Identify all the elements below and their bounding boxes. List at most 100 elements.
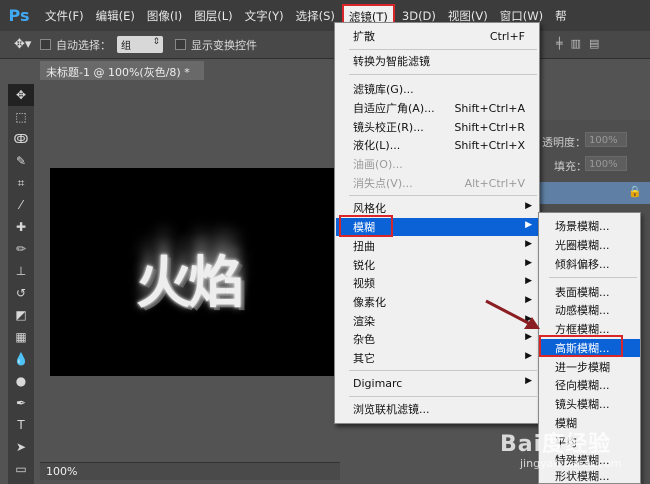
toolbox: ✥ ⬚ ↂ ✎ ⌗ ⁄ ✚ ✏ ⊥ ↺ ◩ ▦ 💧 ● ✒ T ➤ ▭ (8, 84, 34, 484)
menu-item-browse-filters-online[interactable]: 浏览联机滤镜... (336, 400, 539, 418)
submenu-item-tilt-shift[interactable]: 倾斜偏移... (540, 255, 640, 273)
menu-item-adaptive-wide-angle[interactable]: 自适应广角(A)... Shift+Ctrl+A (336, 99, 539, 117)
align-icons: ╪ ▥ ▤ (556, 37, 599, 50)
menu-item-filter-gallery[interactable]: 滤镜库(G)... (336, 80, 539, 98)
menu-item-blur[interactable]: 模糊 ▶ (336, 218, 539, 236)
eyedropper-tool-icon[interactable]: ⁄ (8, 194, 34, 216)
auto-select-label: 自动选择： (56, 38, 111, 52)
menu-item-label: 自适应广角(A)... (353, 102, 435, 115)
menu-type[interactable]: 文字(Y) (240, 0, 289, 31)
menu-item-shortcut: Shift+Ctrl+X (454, 139, 525, 152)
submenu-arrow-icon: ▶ (525, 239, 532, 249)
eraser-tool-icon[interactable]: ◩ (8, 304, 34, 326)
filter-menu: 扩散 Ctrl+F 转换为智能滤镜 滤镜库(G)... 自适应广角(A)... … (334, 22, 540, 424)
menu-item-liquify[interactable]: 液化(L)... Shift+Ctrl+X (336, 136, 539, 154)
menu-item-shortcut: Shift+Ctrl+A (454, 102, 525, 115)
submenu-item-iris-blur[interactable]: 光圈模糊... (540, 236, 640, 254)
menu-file[interactable]: 文件(F) (40, 0, 89, 31)
menu-separator (349, 49, 537, 50)
zoom-level[interactable]: 100% (46, 465, 77, 478)
menu-item-shortcut: Alt+Ctrl+V (464, 177, 525, 190)
blur-tool-icon[interactable]: 💧 (8, 348, 34, 370)
opacity-value: 100% (589, 135, 618, 146)
marquee-tool-icon[interactable]: ⬚ (8, 106, 34, 128)
menu-item-digimarc[interactable]: Digimarc ▶ (336, 374, 539, 392)
fill-field[interactable]: 100% (585, 156, 627, 171)
path-select-tool-icon[interactable]: ➤ (8, 436, 34, 458)
auto-select-checkbox[interactable]: 自动选择： (40, 37, 111, 53)
crop-tool-icon[interactable]: ⌗ (8, 172, 34, 194)
fire-text: 火焰 (136, 251, 244, 316)
document-title: 未标题-1 @ 100%(灰色/8) * (46, 66, 190, 79)
menu-item-convert-smart-filter[interactable]: 转换为智能滤镜 (336, 52, 539, 70)
history-brush-icon[interactable]: ↺ (8, 282, 34, 304)
submenu-arrow-icon: ▶ (525, 276, 532, 286)
menu-item-label: 油画(O)... (353, 158, 403, 171)
submenu-item-lens-blur[interactable]: 镜头模糊... (540, 395, 640, 413)
watermark-url: jingyan.baidu.com (520, 457, 622, 470)
submenu-item-box-blur[interactable]: 方框模糊... (540, 320, 640, 338)
menu-item-vanishing-point: 消失点(V)... Alt+Ctrl+V (336, 174, 539, 192)
align-horizontal-icon[interactable]: ╪ (556, 37, 563, 50)
distribute-vertical-icon[interactable]: ▤ (589, 37, 599, 50)
canvas[interactable]: 火焰 (50, 168, 340, 376)
show-transform-label: 显示变换控件 (191, 38, 257, 52)
fill-label: 填充： (554, 160, 587, 173)
menu-item-label: 转换为智能滤镜 (353, 55, 430, 68)
dodge-tool-icon[interactable]: ● (8, 370, 34, 392)
submenu-item-surface-blur[interactable]: 表面模糊... (540, 283, 640, 301)
show-transform-checkbox[interactable]: 显示变换控件 (175, 37, 257, 53)
menu-edit[interactable]: 编辑(E) (91, 0, 140, 31)
menu-item-fade[interactable]: 扩散 Ctrl+F (336, 27, 539, 45)
menu-item-label: 扭曲 (353, 240, 375, 253)
status-bar: 100% (40, 462, 340, 480)
auto-select-dropdown[interactable]: 组 (117, 36, 163, 53)
menu-item-stylize[interactable]: 风格化 ▶ (336, 199, 539, 217)
submenu-arrow-icon: ▶ (525, 201, 532, 211)
move-tool-icon[interactable]: ✥ (8, 84, 34, 106)
quick-select-tool-icon[interactable]: ✎ (8, 150, 34, 172)
lasso-tool-icon[interactable]: ↂ (8, 128, 34, 150)
menu-item-label: 镜头校正(R)... (353, 121, 424, 134)
submenu-item-radial-blur[interactable]: 径向模糊... (540, 376, 640, 394)
document-tab[interactable]: 未标题-1 @ 100%(灰色/8) * (40, 61, 204, 80)
menu-item-sharpen[interactable]: 锐化 ▶ (336, 256, 539, 274)
options-bar: ✥▾ 自动选择： 组 显示变换控件 ╪ ▥ ▤ (0, 31, 650, 59)
submenu-item-motion-blur[interactable]: 动感模糊... (540, 301, 640, 319)
menu-separator (349, 396, 537, 397)
submenu-item-gaussian-blur[interactable]: 高斯模糊... (540, 339, 640, 357)
submenu-arrow-icon: ▶ (525, 220, 532, 230)
brush-tool-icon[interactable]: ✏ (8, 238, 34, 260)
menu-item-distort[interactable]: 扭曲 ▶ (336, 237, 539, 255)
menu-item-video[interactable]: 视频 ▶ (336, 274, 539, 292)
menu-image[interactable]: 图像(I) (142, 0, 187, 31)
menu-item-lens-correction[interactable]: 镜头校正(R)... Shift+Ctrl+R (336, 118, 539, 136)
menu-item-label: 液化(L)... (353, 139, 401, 152)
stamp-tool-icon[interactable]: ⊥ (8, 260, 34, 282)
opacity-field[interactable]: 100% (585, 132, 627, 147)
layer-row[interactable]: 🔒 (540, 182, 650, 204)
menu-item-oil-paint: 油画(O)... (336, 155, 539, 173)
distribute-icon[interactable]: ▥ (571, 37, 581, 50)
gradient-tool-icon[interactable]: ▦ (8, 326, 34, 348)
menu-layer[interactable]: 图层(L) (189, 0, 237, 31)
fill-value: 100% (589, 159, 618, 170)
submenu-item-field-blur[interactable]: 场景模糊... (540, 217, 640, 235)
menu-item-label: 其它 (353, 352, 375, 365)
type-tool-icon[interactable]: T (8, 414, 34, 436)
menu-item-other[interactable]: 其它 ▶ (336, 349, 539, 367)
shape-tool-icon[interactable]: ▭ (8, 458, 34, 480)
menu-item-label: 消失点(V)... (353, 177, 413, 190)
pen-tool-icon[interactable]: ✒ (8, 392, 34, 414)
menu-help[interactable]: 帮 (550, 0, 572, 31)
healing-brush-icon[interactable]: ✚ (8, 216, 34, 238)
submenu-item-blur-more[interactable]: 进一步模糊 (540, 358, 640, 376)
menu-select[interactable]: 选择(S) (291, 0, 340, 31)
move-tool-preset-icon[interactable]: ✥▾ (14, 37, 40, 52)
menu-item-label: 像素化 (353, 296, 386, 309)
menu-item-label: 扩散 (353, 30, 375, 43)
menu-item-label: 浏览联机滤镜... (353, 403, 430, 416)
menu-item-label: 杂色 (353, 333, 375, 346)
submenu-arrow-icon: ▶ (525, 376, 532, 386)
annotation-arrow-icon (485, 299, 540, 329)
